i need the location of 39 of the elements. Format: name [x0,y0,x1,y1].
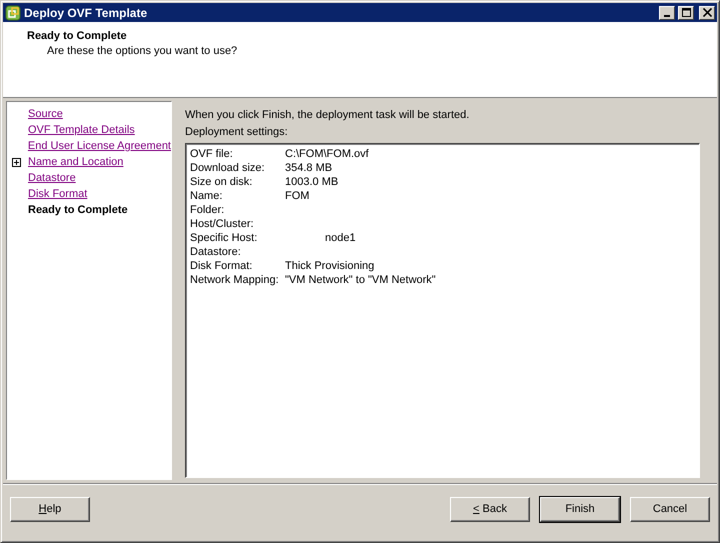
page-title: Ready to Complete [27,30,128,42]
maximize-icon [682,8,690,17]
setting-value: "VM Network" to "VM Network" [285,274,436,286]
setting-value: FOM [285,190,310,202]
step-link[interactable]: Disk Format [28,188,88,200]
maximize-button[interactable] [678,6,694,20]
close-icon [702,8,712,17]
page-subtitle: Are these the options you want to use? [47,45,238,57]
setting-name: Specific Host: [190,232,258,244]
current-step: Ready to Complete [28,204,128,216]
wizard-button[interactable]: Help [10,496,90,522]
setting-name: Size on disk: [190,176,254,188]
step-link[interactable]: Datastore [28,172,76,184]
setting-value: Thick Provisioning [285,260,374,272]
step-link[interactable]: Source [28,108,63,120]
close-button[interactable] [699,6,715,20]
step-link[interactable]: OVF Template Details [28,124,135,136]
window-title: Deploy OVF Template [24,6,148,20]
setting-name: Disk Format: [190,260,254,272]
setting-name: Network Mapping: [190,274,280,286]
minimize-icon [664,14,670,16]
setting-name: Name: [190,190,224,202]
info-text: When you click Finish, the deployment task will be started. [185,109,470,121]
step-link[interactable]: Name and Location [28,156,124,168]
setting-value: node1 [325,232,356,244]
wizard-button[interactable]: Finish [540,496,620,522]
minimize-button[interactable] [659,6,675,20]
setting-name: Host/Cluster: [190,218,255,230]
setting-name: Datastore: [190,246,242,258]
setting-name: Download size: [190,162,266,174]
step-link[interactable]: End User License Agreement [28,140,171,152]
setting-value: 1003.0 MB [285,176,338,188]
setting-name: OVF file: [190,148,234,160]
wizard-button[interactable]: Cancel [630,496,710,522]
wizard-button[interactable]: < Back [450,496,530,522]
settings-label: Deployment settings: [185,126,289,138]
setting-value: 354.8 MB [285,162,332,174]
setting-value: C:\FOM\FOM.ovf [285,148,369,160]
setting-name: Folder: [190,204,226,216]
